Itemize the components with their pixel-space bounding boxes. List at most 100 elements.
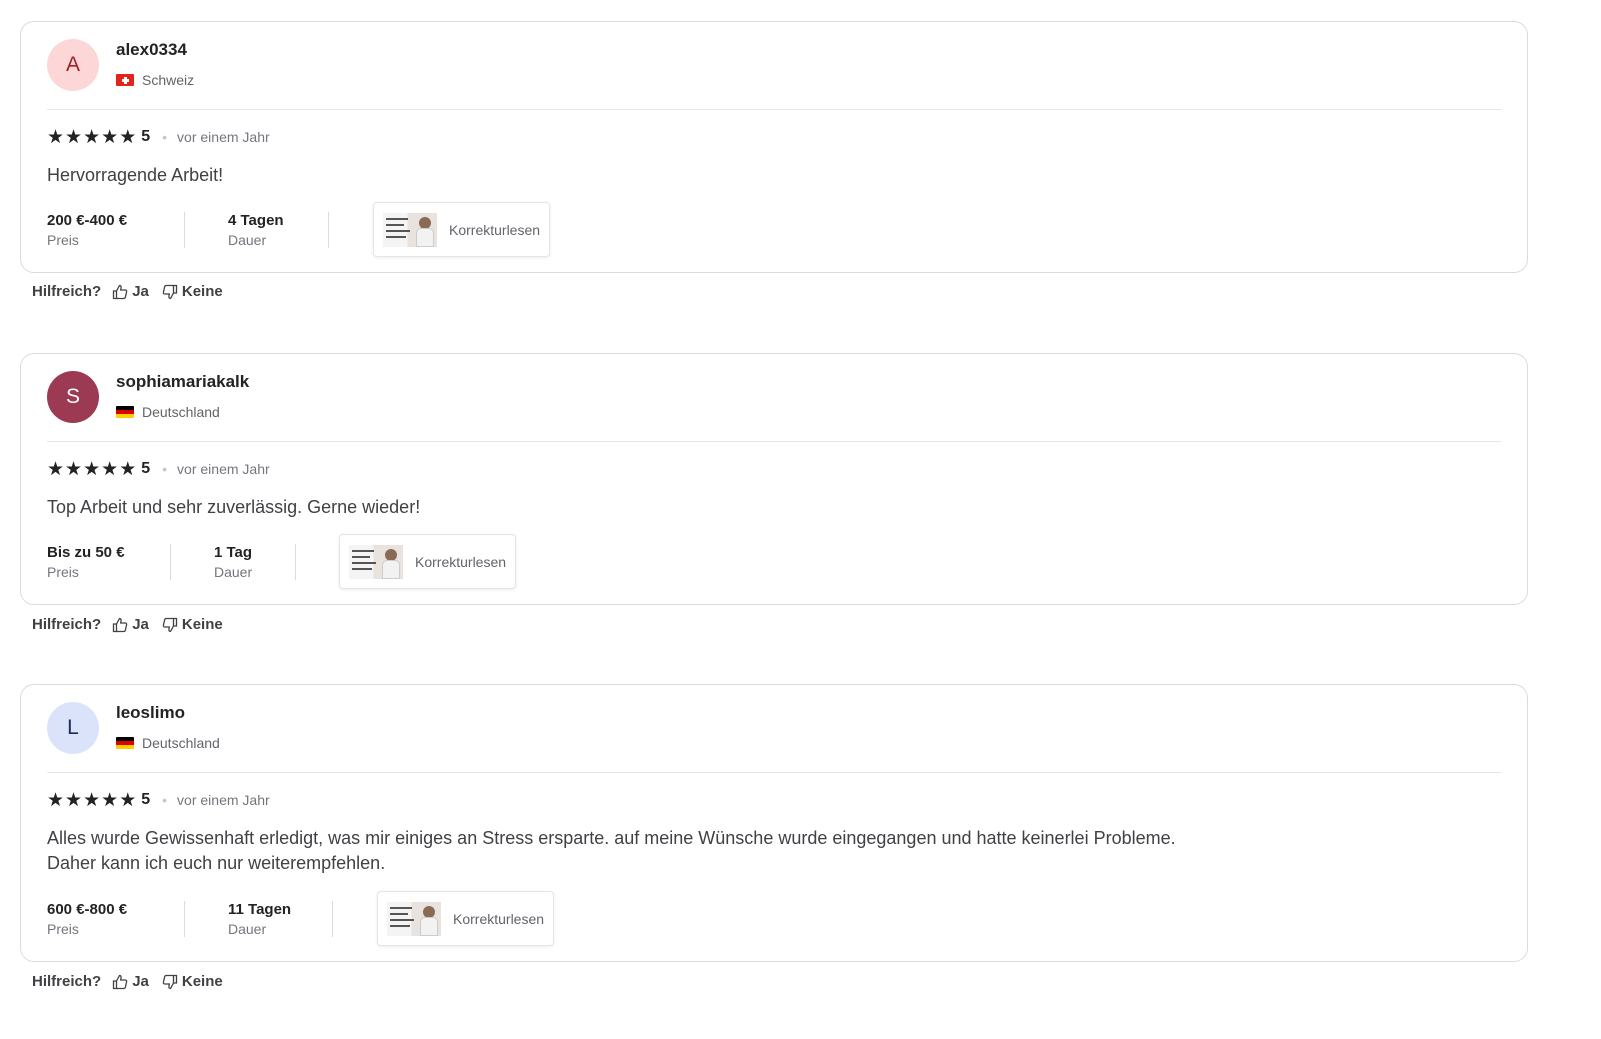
- review-card: L leoslimo Deutschland ★ ★ ★ ★ ★ 5 • vor ein…: [20, 684, 1528, 962]
- review-comment: Top Arbeit und sehr zuverlässig. Gerne w…: [47, 497, 421, 517]
- thumbs-down-icon: [162, 974, 178, 989]
- helpful-question: Hilfreich?: [32, 616, 102, 633]
- avatar[interactable]: A: [47, 39, 99, 91]
- duration-label: Dauer: [228, 920, 267, 937]
- gig-link[interactable]: Korrekturlesen: [339, 534, 517, 589]
- no-label[interactable]: Keine: [182, 973, 223, 990]
- thumbs-down-icon: [162, 284, 178, 299]
- star-icon: ★: [47, 458, 65, 480]
- helpful-question: Hilfreich?: [32, 283, 102, 300]
- review-comment: Alles wurde Gewissenhaft erledigt, was m…: [47, 826, 1467, 876]
- helpful-row: Hilfreich? Ja Keine: [32, 973, 236, 990]
- duration-label: Dauer: [214, 563, 253, 580]
- review-time: vor einem Jahr: [177, 461, 270, 477]
- rating-stars: ★ ★ ★ ★ ★: [47, 460, 137, 479]
- divider: [47, 109, 1501, 110]
- no-label[interactable]: Keine: [182, 616, 223, 633]
- price-block: Bis zu 50 € Preis: [47, 544, 170, 580]
- order-meta: Bis zu 50 € Preis 1 Tag Dauer Korrekturl…: [47, 534, 517, 589]
- star-icon: ★: [65, 458, 83, 480]
- divider: [47, 441, 1501, 442]
- helpful-yes-button[interactable]: Ja: [112, 283, 149, 300]
- yes-label[interactable]: Ja: [132, 283, 149, 300]
- no-label[interactable]: Keine: [182, 283, 223, 300]
- helpful-question: Hilfreich?: [32, 973, 102, 990]
- reviewer-username[interactable]: alex0334: [116, 40, 187, 60]
- helpful-row: Hilfreich? Ja Keine: [32, 616, 236, 633]
- german-flag-icon: [116, 737, 134, 749]
- price-value: 200 €-400 €: [47, 211, 128, 229]
- separator-dot: •: [162, 129, 168, 145]
- thumbs-down-icon: [162, 617, 178, 632]
- star-icon: ★: [101, 458, 119, 480]
- meta-divider: [328, 211, 329, 248]
- gig-label[interactable]: Korrekturlesen: [415, 554, 506, 570]
- order-meta: 600 €-800 € Preis 11 Tagen Dauer Korrekt…: [47, 891, 555, 946]
- duration-block: 1 Tag Dauer: [171, 544, 295, 580]
- review-time: vor einem Jahr: [177, 792, 270, 808]
- helpful-yes-button[interactable]: Ja: [112, 973, 149, 990]
- review-item: L leoslimo Deutschland ★ ★ ★ ★ ★ 5 • vor ein…: [20, 684, 1528, 990]
- country-label: Deutschland: [142, 735, 220, 751]
- gig-thumbnail: [383, 212, 437, 247]
- duration-value: 11 Tagen: [228, 900, 292, 918]
- rating-value: 5: [141, 460, 151, 477]
- gig-link[interactable]: Korrekturlesen: [373, 202, 551, 257]
- review-item: A alex0334 Schweiz ★ ★ ★ ★ ★ 5 • vor einem J…: [20, 21, 1528, 300]
- reviewer-country: Deutschland: [116, 735, 220, 751]
- country-label: Schweiz: [142, 72, 195, 88]
- review-card: A alex0334 Schweiz ★ ★ ★ ★ ★ 5 • vor einem J…: [20, 21, 1528, 273]
- duration-value: 1 Tag: [214, 543, 253, 561]
- duration-block: 4 Tagen Dauer: [185, 212, 328, 248]
- price-label: Preis: [47, 920, 79, 937]
- thumbs-up-icon: [113, 284, 128, 299]
- swiss-flag-icon: [116, 74, 134, 86]
- rating-row: ★ ★ ★ ★ ★ 5 • vor einem Jahr: [47, 789, 270, 811]
- star-icon: ★: [119, 458, 137, 480]
- gig-thumbnail: [387, 901, 441, 936]
- avatar[interactable]: S: [47, 371, 99, 423]
- rating-value: 5: [141, 791, 151, 808]
- star-icon: ★: [119, 126, 137, 148]
- price-label: Preis: [47, 231, 79, 248]
- star-icon: ★: [83, 458, 101, 480]
- rating-row: ★ ★ ★ ★ ★ 5 • vor einem Jahr: [47, 458, 270, 480]
- separator-dot: •: [162, 792, 168, 808]
- rating-row: ★ ★ ★ ★ ★ 5 • vor einem Jahr: [47, 126, 270, 148]
- yes-label[interactable]: Ja: [132, 973, 149, 990]
- star-icon: ★: [65, 126, 83, 148]
- meta-divider: [295, 543, 296, 580]
- duration-block: 11 Tagen Dauer: [185, 901, 332, 937]
- country-label: Deutschland: [142, 404, 220, 420]
- gig-label[interactable]: Korrekturlesen: [449, 222, 540, 238]
- reviewer-country: Schweiz: [116, 72, 194, 88]
- gig-thumbnail: [349, 544, 403, 579]
- german-flag-icon: [116, 406, 134, 418]
- rating-stars: ★ ★ ★ ★ ★: [47, 791, 137, 810]
- divider: [47, 772, 1501, 773]
- helpful-no-button[interactable]: Keine: [162, 283, 223, 300]
- helpful-yes-button[interactable]: Ja: [112, 616, 149, 633]
- separator-dot: •: [162, 461, 168, 477]
- star-icon: ★: [47, 789, 65, 811]
- gig-label[interactable]: Korrekturlesen: [453, 911, 544, 927]
- order-meta: 200 €-400 € Preis 4 Tagen Dauer Korrektu…: [47, 202, 551, 257]
- review-comment: Hervorragende Arbeit!: [47, 165, 224, 185]
- review-comment-line: Alles wurde Gewissenhaft erledigt, was m…: [47, 828, 1176, 848]
- avatar[interactable]: L: [47, 702, 99, 754]
- helpful-row: Hilfreich? Ja Keine: [32, 283, 236, 300]
- thumbs-up-icon: [113, 974, 128, 989]
- star-icon: ★: [101, 789, 119, 811]
- helpful-no-button[interactable]: Keine: [162, 973, 223, 990]
- star-icon: ★: [47, 126, 65, 148]
- yes-label[interactable]: Ja: [132, 616, 149, 633]
- reviewer-username[interactable]: sophiamariakalk: [116, 372, 249, 392]
- star-icon: ★: [83, 789, 101, 811]
- review-comment-line: Daher kann ich euch nur weiterempfehlen.: [47, 853, 386, 873]
- reviewer-username[interactable]: leoslimo: [116, 703, 185, 723]
- helpful-no-button[interactable]: Keine: [162, 616, 223, 633]
- price-block: 600 €-800 € Preis: [47, 901, 184, 937]
- gig-link[interactable]: Korrekturlesen: [377, 891, 555, 946]
- price-block: 200 €-400 € Preis: [47, 212, 184, 248]
- rating-stars: ★ ★ ★ ★ ★: [47, 128, 137, 147]
